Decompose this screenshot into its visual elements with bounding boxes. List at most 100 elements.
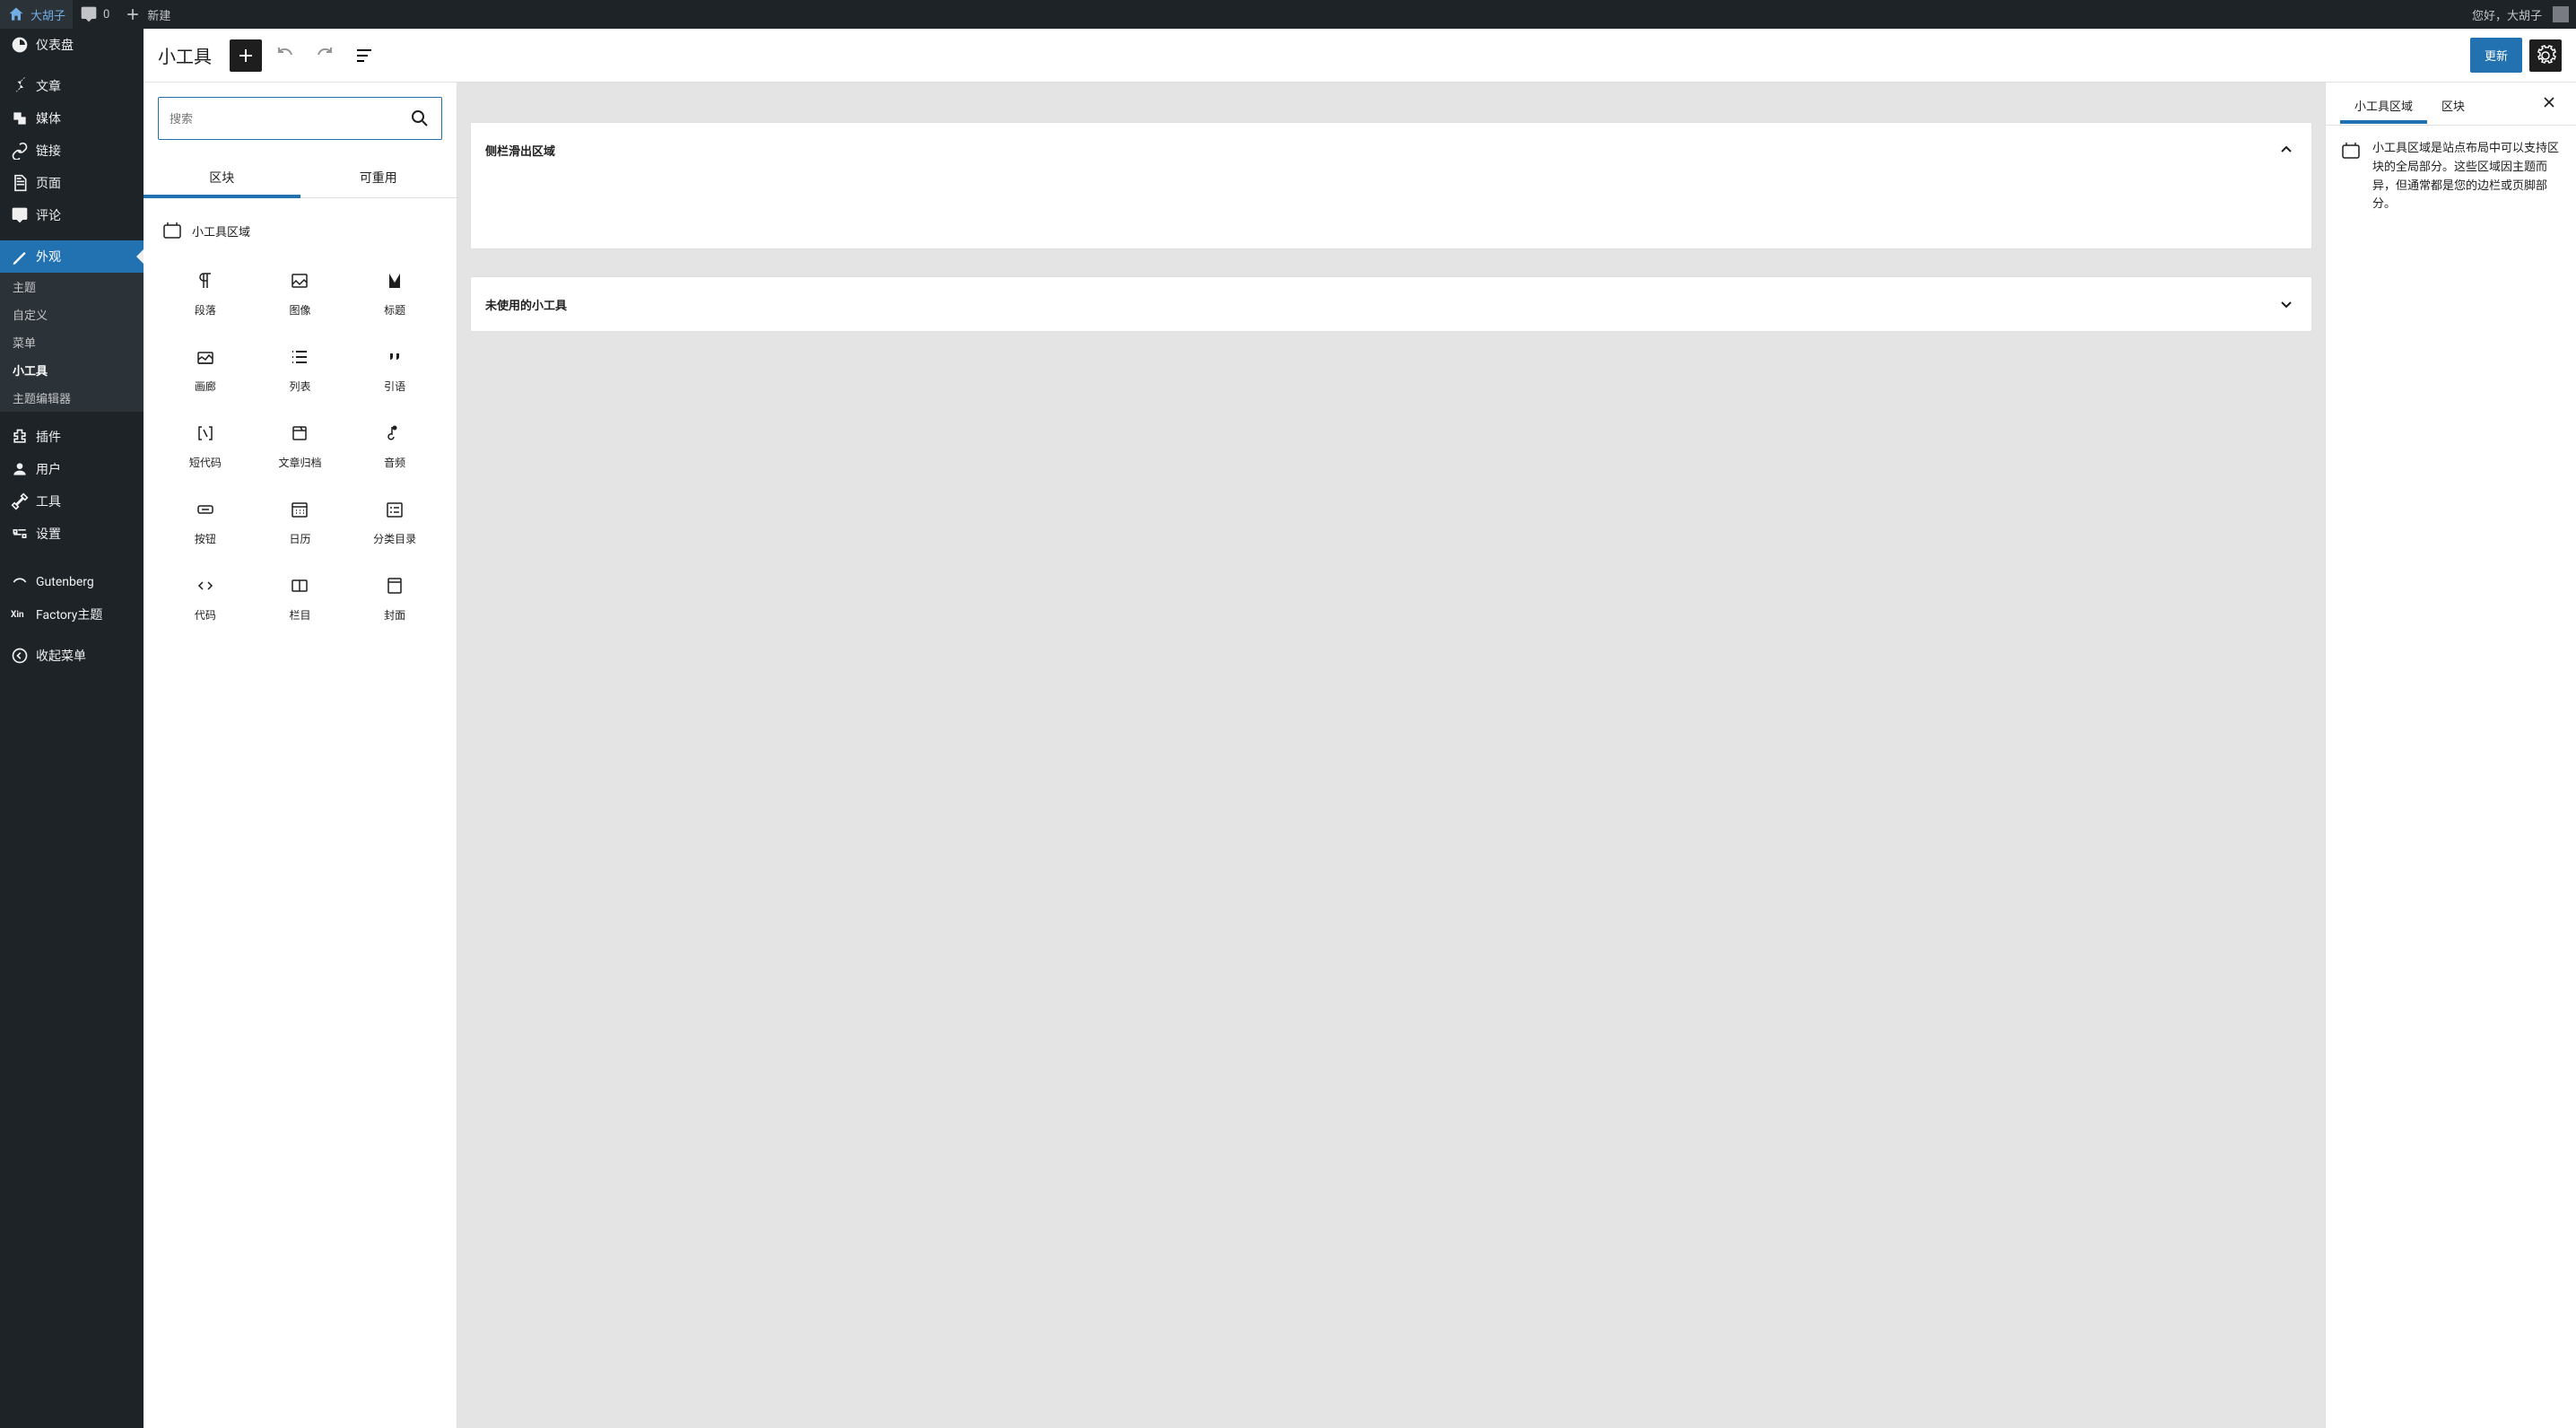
add-block-button[interactable] bbox=[230, 39, 262, 72]
close-settings-button[interactable] bbox=[2537, 90, 2562, 118]
user-icon bbox=[11, 460, 29, 478]
inserter-section-title: 小工具区域 bbox=[158, 213, 442, 256]
sidebar-item-dashboard[interactable]: 仪表盘 bbox=[0, 29, 144, 61]
block-item-columns[interactable]: 栏目 bbox=[253, 561, 348, 637]
comment-icon bbox=[11, 206, 29, 224]
block-item-gallery[interactable]: 画廊 bbox=[158, 332, 253, 408]
undo-button[interactable] bbox=[269, 39, 301, 72]
block-item-paragraph[interactable]: 段落 bbox=[158, 256, 253, 332]
heading-icon bbox=[384, 270, 405, 292]
search-input[interactable] bbox=[170, 112, 409, 126]
block-item-label: 文章归档 bbox=[278, 455, 321, 470]
sidebar-item-label: 页面 bbox=[36, 174, 61, 192]
block-item-heading[interactable]: 标题 bbox=[347, 256, 442, 332]
sidebar-item-links[interactable]: 链接 bbox=[0, 135, 144, 167]
sidebar-item-users[interactable]: 用户 bbox=[0, 453, 144, 485]
settings-tabs: 小工具区域 区块 bbox=[2326, 83, 2576, 126]
block-item-quote[interactable]: 引语 bbox=[347, 332, 442, 408]
paragraph-icon bbox=[195, 270, 216, 292]
block-item-button[interactable]: 按钮 bbox=[158, 484, 253, 561]
block-item-label: 音频 bbox=[384, 455, 405, 470]
block-item-code[interactable]: 代码 bbox=[158, 561, 253, 637]
columns-icon bbox=[289, 575, 310, 596]
block-item-label: 图像 bbox=[289, 302, 310, 318]
submenu-item-widgets[interactable]: 小工具 bbox=[0, 356, 144, 384]
block-item-categories[interactable]: 分类目录 bbox=[347, 484, 442, 561]
settings-toggle-button[interactable] bbox=[2529, 39, 2562, 72]
block-item-calendar[interactable]: 日历 bbox=[253, 484, 348, 561]
tab-reusable[interactable]: 可重用 bbox=[300, 154, 457, 197]
media-icon bbox=[11, 109, 29, 127]
list-view-icon bbox=[353, 45, 375, 66]
sidebar-item-comments[interactable]: 评论 bbox=[0, 199, 144, 231]
adminbar-left: 大胡子 0 新建 bbox=[0, 0, 178, 29]
block-item-audio[interactable]: 音频 bbox=[347, 408, 442, 484]
sidebar-item-posts[interactable]: 文章 bbox=[0, 70, 144, 102]
gallery-icon bbox=[195, 346, 216, 368]
sidebar-item-label: Gutenberg bbox=[36, 575, 94, 589]
calendar-icon bbox=[289, 499, 310, 520]
submenu-item-theme-editor[interactable]: 主题编辑器 bbox=[0, 384, 144, 412]
block-item-image[interactable]: 图像 bbox=[253, 256, 348, 332]
block-item-label: 短代码 bbox=[189, 455, 222, 470]
pin-icon bbox=[11, 77, 29, 95]
submenu-item-customize[interactable]: 自定义 bbox=[0, 300, 144, 328]
search-icon bbox=[409, 108, 431, 129]
sidebar-collapse-button[interactable]: 收起菜单 bbox=[0, 640, 144, 672]
block-item-label: 段落 bbox=[195, 302, 216, 318]
widget-area-toggle[interactable]: 未使用的小工具 bbox=[471, 277, 2311, 331]
submenu-item-menus[interactable]: 菜单 bbox=[0, 328, 144, 356]
new-label: 新建 bbox=[147, 6, 170, 23]
tab-block[interactable]: 区块 bbox=[2427, 84, 2479, 123]
sidebar-item-label: 媒体 bbox=[36, 109, 61, 127]
widget-area-toggle[interactable]: 侧栏滑出区域 bbox=[471, 123, 2311, 177]
sidebar-item-label: Factory主题 bbox=[36, 605, 102, 623]
block-item-cover[interactable]: 封面 bbox=[347, 561, 442, 637]
plugin-icon bbox=[11, 428, 29, 446]
editor-header-left: 小工具 bbox=[158, 39, 380, 72]
collapse-icon bbox=[11, 647, 29, 665]
block-item-shortcode[interactable]: 短代码 bbox=[158, 408, 253, 484]
adminbar-right: 您好，大胡子 bbox=[2465, 0, 2576, 29]
sidebar-item-plugins[interactable]: 插件 bbox=[0, 421, 144, 453]
widget-area-title: 侧栏滑出区域 bbox=[485, 142, 555, 159]
tab-blocks[interactable]: 区块 bbox=[144, 154, 300, 197]
sidebar-item-tools[interactable]: 工具 bbox=[0, 485, 144, 518]
widget-area-icon bbox=[2340, 140, 2362, 161]
sidebar-item-label: 外观 bbox=[36, 248, 61, 266]
close-icon bbox=[2540, 93, 2558, 111]
sidebar-item-pages[interactable]: 页面 bbox=[0, 167, 144, 199]
submenu-item-themes[interactable]: 主题 bbox=[0, 273, 144, 300]
admin-sidebar: 仪表盘 文章 媒体 链接 页面 评论 外观 主题 自定义 菜单 小工具 主题编辑… bbox=[0, 29, 144, 1428]
comments-link[interactable]: 0 bbox=[73, 0, 117, 29]
sidebar-item-media[interactable]: 媒体 bbox=[0, 102, 144, 135]
redo-button[interactable] bbox=[309, 39, 341, 72]
widget-area-body[interactable] bbox=[471, 177, 2311, 248]
block-item-list[interactable]: 列表 bbox=[253, 332, 348, 408]
block-item-label: 画廊 bbox=[195, 379, 216, 394]
site-home-link[interactable]: 大胡子 bbox=[0, 0, 73, 29]
new-content-link[interactable]: 新建 bbox=[117, 0, 178, 29]
block-item-label: 列表 bbox=[289, 379, 310, 394]
block-item-label: 按钮 bbox=[195, 531, 216, 546]
list-view-button[interactable] bbox=[348, 39, 380, 72]
sidebar-item-factory-theme[interactable]: Xin Factory主题 bbox=[0, 598, 144, 631]
block-item-archive[interactable]: 文章归档 bbox=[253, 408, 348, 484]
sidebar-item-appearance[interactable]: 外观 bbox=[0, 240, 144, 273]
sidebar-item-label: 评论 bbox=[36, 206, 61, 224]
gutenberg-icon bbox=[11, 573, 29, 591]
chevron-up-icon bbox=[2276, 139, 2297, 161]
update-button[interactable]: 更新 bbox=[2470, 38, 2522, 73]
settings-body: 小工具区域是站点布局中可以支持区块的全局部分。这些区域因主题而异，但通常都是您的… bbox=[2326, 126, 2576, 229]
block-item-label: 日历 bbox=[289, 531, 310, 546]
factory-icon: Xin bbox=[11, 610, 29, 620]
cover-icon bbox=[384, 575, 405, 596]
sidebar-item-gutenberg[interactable]: Gutenberg bbox=[0, 566, 144, 598]
sidebar-item-settings[interactable]: 设置 bbox=[0, 518, 144, 550]
undo-icon bbox=[274, 45, 296, 66]
block-item-label: 封面 bbox=[384, 607, 405, 623]
tab-widget-area[interactable]: 小工具区域 bbox=[2340, 84, 2427, 123]
widget-area-card: 未使用的小工具 bbox=[470, 276, 2312, 332]
page-icon bbox=[11, 174, 29, 192]
user-account-link[interactable]: 您好，大胡子 bbox=[2465, 0, 2576, 29]
